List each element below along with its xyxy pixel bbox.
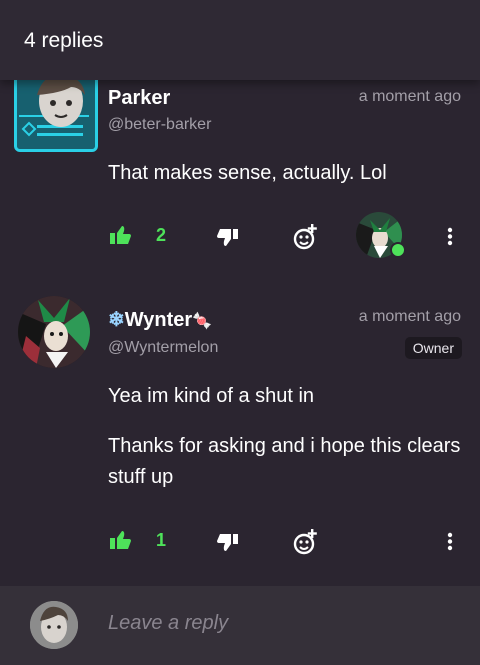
comment-text: That makes sense, actually. Lol [108,162,387,184]
owner-badge: Owner [404,337,462,359]
online-status-dot [390,242,406,258]
comment-actions: 2 [0,212,480,258]
thumbs-up-icon[interactable] [108,521,134,561]
thumbs-down-icon[interactable] [216,216,242,256]
add-reaction-icon[interactable] [292,521,320,561]
reply-comment: ❄Wynter🍬 @Wyntermelon a moment ago Owner… [0,280,480,586]
replies-count-title: 4 replies [24,29,104,52]
candy-icon: 🍬 [192,313,213,330]
avatar[interactable] [18,296,90,368]
author-name[interactable]: ❄Wynter🍬 [108,307,212,332]
timestamp: a moment ago [358,308,461,325]
reactor-avatar[interactable] [356,212,406,258]
timestamp: a moment ago [358,88,461,105]
thumbs-up-icon[interactable] [108,216,134,256]
reply-comment: Parker @beter-barker a moment ago That m… [0,74,480,280]
avatar[interactable] [14,74,98,152]
comment-text: Thanks for asking and i hope this clears… [108,435,461,488]
like-count: 2 [156,225,167,245]
thumbs-down-icon[interactable] [216,521,242,561]
author-handle[interactable]: @Wyntermelon [108,339,218,357]
more-vertical-icon[interactable] [440,521,460,561]
replies-header: 4 replies [0,0,480,80]
current-user-avatar [30,601,78,649]
snowflake-icon: ❄ [108,309,125,331]
author-handle[interactable]: @beter-barker [108,116,211,134]
author-name[interactable]: Parker [108,87,170,110]
reply-bar: Leave a reply [0,586,480,665]
reply-input[interactable]: Leave a reply [108,612,228,635]
like-count: 1 [156,530,167,550]
add-reaction-icon[interactable] [292,216,320,256]
more-vertical-icon[interactable] [440,216,460,256]
comment-text: Yea im kind of a shut in [108,385,315,407]
comment-actions: 1 [0,521,480,561]
